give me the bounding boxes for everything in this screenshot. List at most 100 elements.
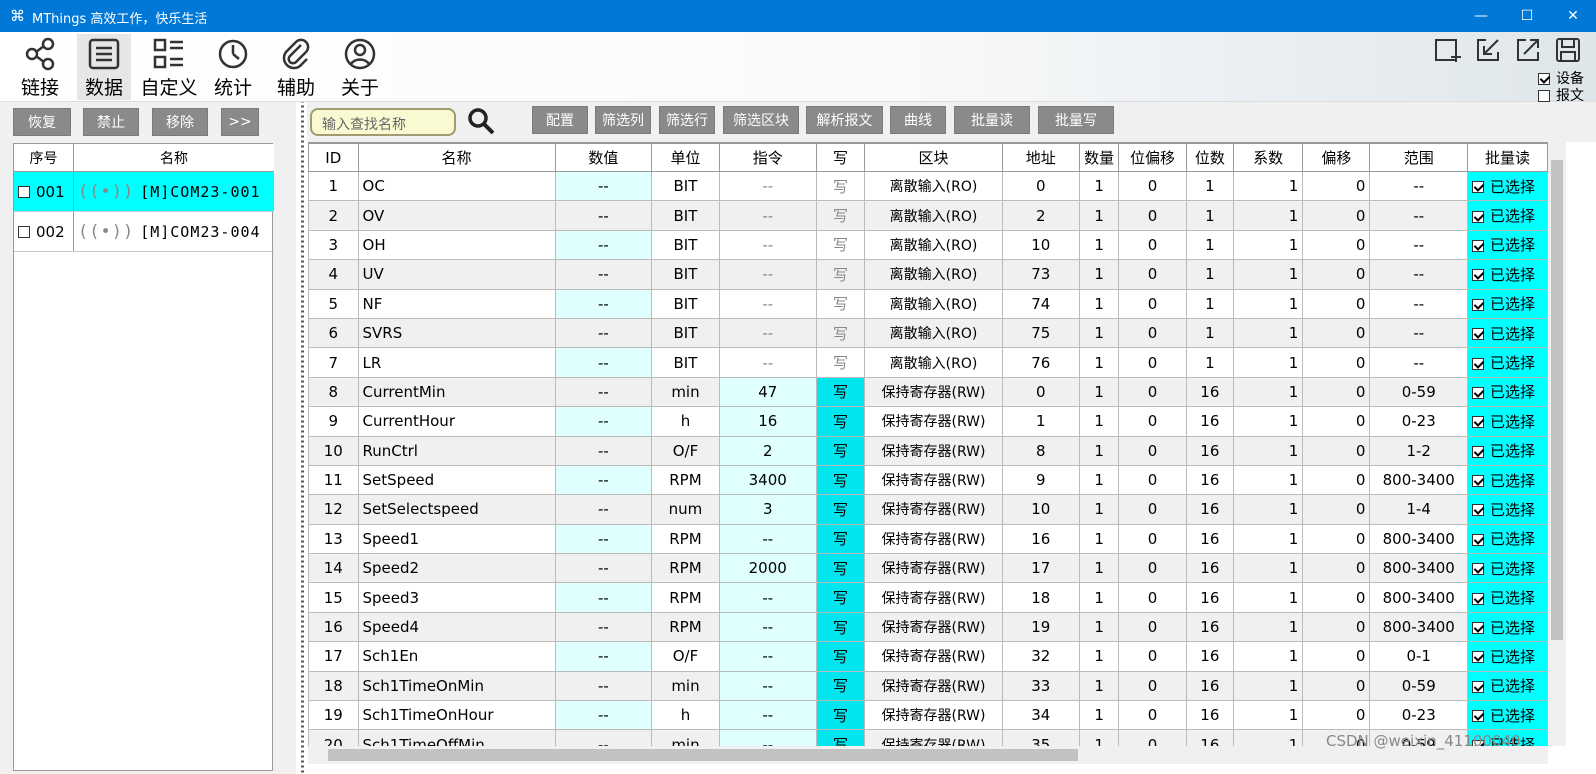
- cell-write[interactable]: 写: [815, 229, 866, 261]
- cell-write[interactable]: 写: [815, 494, 866, 525]
- cell-write[interactable]: 写: [815, 435, 866, 466]
- search-icon[interactable]: [466, 106, 496, 136]
- cell-write[interactable]: 写: [815, 347, 866, 378]
- col-header[interactable]: 数量: [1078, 143, 1120, 172]
- col-header[interactable]: 位数: [1185, 143, 1235, 172]
- scroll-thumb[interactable]: [328, 749, 1078, 761]
- batch-read-checkbox[interactable]: [1472, 533, 1485, 546]
- batch-read-checkbox[interactable]: [1472, 592, 1485, 605]
- cell-write[interactable]: 写: [815, 553, 866, 584]
- ribbon-custom-button[interactable]: 自定义: [140, 34, 198, 100]
- cell-command[interactable]: --: [718, 347, 817, 378]
- cell-value[interactable]: --: [554, 259, 653, 290]
- batch-read-button[interactable]: 批量读: [954, 106, 1030, 134]
- batch-read-checkbox[interactable]: [1472, 563, 1485, 576]
- cell-write[interactable]: 写: [815, 200, 866, 231]
- minimize-button[interactable]: —: [1458, 0, 1504, 32]
- col-header[interactable]: 偏移: [1302, 143, 1371, 172]
- col-header[interactable]: ID: [308, 143, 359, 172]
- cell-value[interactable]: --: [554, 729, 653, 746]
- cell-value[interactable]: --: [554, 200, 653, 231]
- batch-read-checkbox[interactable]: [1472, 475, 1485, 488]
- cell-batch-read[interactable]: 已选择: [1467, 553, 1548, 584]
- cell-write[interactable]: 写: [815, 259, 866, 290]
- cell-value[interactable]: --: [554, 464, 653, 496]
- cell-batch-read[interactable]: 已选择: [1467, 406, 1548, 437]
- cell-value[interactable]: --: [554, 288, 653, 319]
- cell-batch-read[interactable]: 已选择: [1467, 700, 1548, 731]
- batch-read-checkbox[interactable]: [1472, 386, 1485, 399]
- parse-message-button[interactable]: 解析报文: [806, 106, 883, 134]
- curve-button[interactable]: 曲线: [890, 106, 946, 134]
- cell-write[interactable]: 写: [815, 582, 866, 613]
- cell-write[interactable]: 写: [815, 317, 866, 349]
- cell-batch-read[interactable]: 已选择: [1467, 582, 1548, 613]
- cell-value[interactable]: --: [554, 494, 653, 525]
- config-button[interactable]: 配置: [532, 106, 588, 134]
- batch-read-checkbox[interactable]: [1472, 328, 1485, 341]
- filter-columns-button[interactable]: 筛选列: [595, 106, 651, 134]
- add-window-icon[interactable]: [1434, 36, 1462, 64]
- cell-command[interactable]: --: [718, 700, 817, 731]
- cell-batch-read[interactable]: 已选择: [1467, 670, 1548, 702]
- col-header[interactable]: 写: [815, 143, 866, 172]
- splitter-handle[interactable]: [297, 102, 307, 774]
- cell-value[interactable]: --: [554, 317, 653, 349]
- cell-command[interactable]: --: [718, 611, 817, 643]
- cell-write[interactable]: 写: [815, 611, 866, 643]
- table-row[interactable]: 7 LR -- BIT -- 写离散输入(RO) 76 1 0 1 1 0 -- 已选择: [308, 347, 1548, 378]
- cell-batch-read[interactable]: 已选择: [1467, 494, 1548, 525]
- cell-write[interactable]: 写: [815, 700, 866, 731]
- cell-batch-read[interactable]: 已选择: [1467, 464, 1548, 496]
- cell-batch-read[interactable]: 已选择: [1467, 611, 1548, 643]
- row-checkbox[interactable]: [18, 225, 30, 238]
- remove-button[interactable]: 移除: [152, 108, 208, 136]
- col-header[interactable]: 地址: [1001, 143, 1080, 172]
- batch-read-checkbox[interactable]: [1472, 504, 1485, 517]
- col-header[interactable]: 数值: [554, 143, 653, 172]
- col-header[interactable]: 系数: [1233, 143, 1304, 172]
- table-row[interactable]: 16 Speed4 -- RPM -- 写保持寄存器(RW) 19 1 0 16 1 0 800-340…: [308, 611, 1548, 643]
- export-icon[interactable]: [1514, 36, 1542, 64]
- expand-button[interactable]: >>: [221, 108, 259, 136]
- ribbon-stats-button[interactable]: 统计: [206, 34, 260, 100]
- cell-command[interactable]: --: [718, 729, 817, 746]
- scroll-thumb[interactable]: [1551, 160, 1563, 640]
- save-icon[interactable]: [1554, 36, 1582, 64]
- cell-write[interactable]: 写: [815, 729, 866, 746]
- cell-write[interactable]: 写: [815, 406, 866, 437]
- col-header[interactable]: 位偏移: [1118, 143, 1187, 172]
- cell-value[interactable]: --: [554, 229, 653, 261]
- cell-write[interactable]: 写: [815, 288, 866, 319]
- col-header[interactable]: 指令: [718, 143, 817, 172]
- cell-command[interactable]: --: [718, 582, 817, 613]
- cell-batch-read[interactable]: 已选择: [1467, 288, 1548, 319]
- batch-write-button[interactable]: 批量写: [1038, 106, 1114, 134]
- batch-read-checkbox[interactable]: [1472, 622, 1485, 635]
- cell-command[interactable]: 47: [718, 376, 817, 408]
- batch-read-checkbox[interactable]: [1472, 181, 1485, 194]
- cell-value[interactable]: --: [554, 523, 653, 555]
- batch-read-checkbox[interactable]: [1472, 445, 1485, 458]
- cell-write[interactable]: 写: [815, 670, 866, 702]
- cell-batch-read[interactable]: 已选择: [1467, 229, 1548, 261]
- cell-value[interactable]: --: [554, 670, 653, 702]
- cell-value[interactable]: --: [554, 611, 653, 643]
- cell-batch-read[interactable]: 已选择: [1467, 317, 1548, 349]
- batch-read-checkbox[interactable]: [1472, 680, 1485, 693]
- table-row[interactable]: 17 Sch1En -- O/F -- 写保持寄存器(RW) 32 1 0 16 1 0 0-1 已选择: [308, 641, 1548, 672]
- batch-read-checkbox[interactable]: [1472, 239, 1485, 252]
- table-row[interactable]: 18 Sch1TimeOnMin -- min -- 写保持寄存器(RW) 33 1 0 16 1 0…: [308, 670, 1548, 702]
- table-row[interactable]: 8 CurrentMin -- min 47 写保持寄存器(RW) 0 1 0 16 1 0 0-59 已…: [308, 376, 1548, 408]
- table-row[interactable]: 4 UV -- BIT -- 写离散输入(RO) 73 1 0 1 1 0 -- 已选择: [308, 259, 1548, 290]
- cell-batch-read[interactable]: 已选择: [1467, 200, 1548, 231]
- table-row[interactable]: 14 Speed2 -- RPM 2000 写保持寄存器(RW) 17 1 0 16 1 0 800-3…: [308, 553, 1548, 584]
- table-row[interactable]: 6 SVRS -- BIT -- 写离散输入(RO) 75 1 0 1 1 0 -- 已选择: [308, 317, 1548, 349]
- batch-read-checkbox[interactable]: [1472, 210, 1485, 223]
- ribbon-link-button[interactable]: 链接: [13, 34, 67, 100]
- batch-read-checkbox[interactable]: [1472, 357, 1485, 370]
- device-list-scrollbar[interactable]: [275, 143, 293, 771]
- batch-read-checkbox[interactable]: [1472, 651, 1485, 664]
- search-input[interactable]: 输入查找名称: [310, 108, 456, 136]
- table-vertical-scrollbar[interactable]: [1548, 142, 1566, 746]
